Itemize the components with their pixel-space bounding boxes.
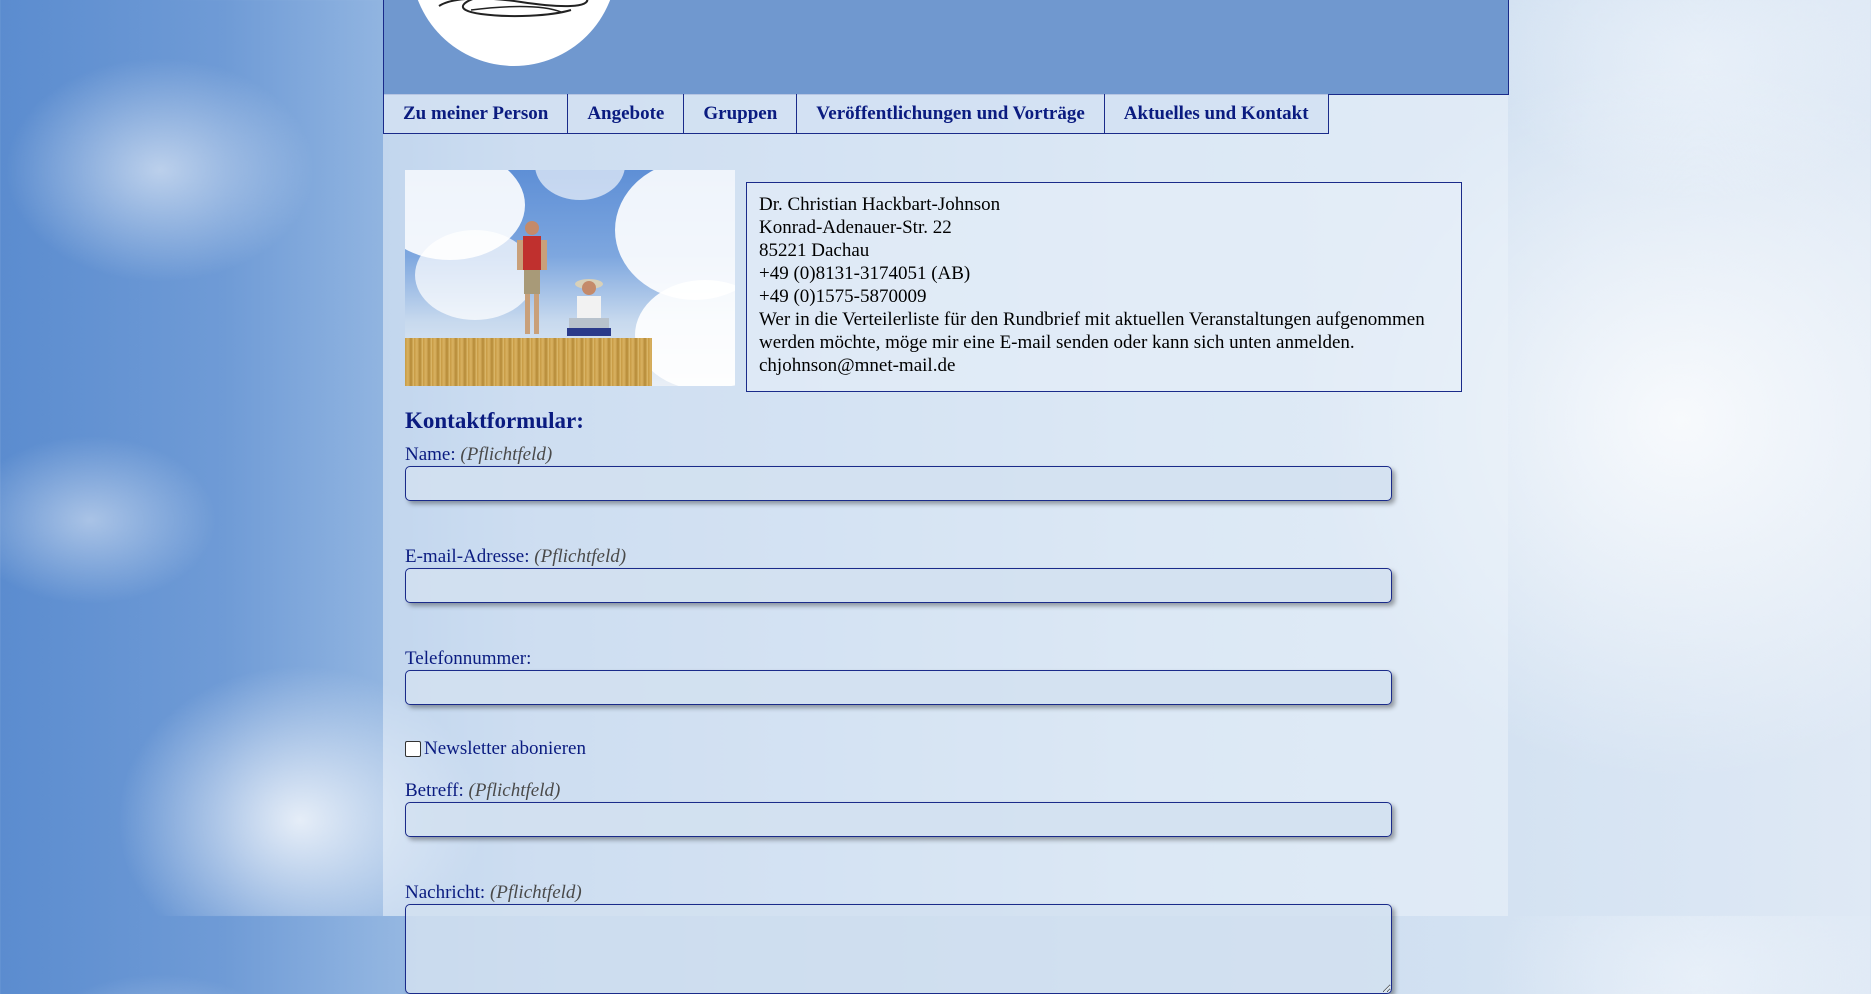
contact-city: 85221 Dachau xyxy=(759,240,870,261)
contact-street: Konrad-Adenauer-Str. 22 xyxy=(759,217,952,238)
contact-form: Kontaktformular: Name: (Pflichtfeld) E-m… xyxy=(405,402,1395,994)
contact-name: Dr. Christian Hackbart-Johnson xyxy=(759,194,1001,215)
site-logo[interactable] xyxy=(411,0,617,66)
contact-phone-landline: +49 (0)8131-3174051 (AB) xyxy=(759,263,971,284)
portrait-photo xyxy=(405,170,735,386)
page-container: Zu meiner Person Angebote Gruppen Veröff… xyxy=(383,0,1509,994)
form-title: Kontaktformular: xyxy=(405,408,584,433)
nav-item-angebote[interactable]: Angebote xyxy=(567,94,685,134)
nav-item-aktuelles-kontakt[interactable]: Aktuelles und Kontakt xyxy=(1103,94,1329,134)
newsletter-row: Newsletter abonieren xyxy=(405,738,1395,760)
email-label-text: E-mail-Adresse: xyxy=(405,546,530,567)
message-label-text: Nachricht: xyxy=(405,882,486,903)
nav-item-zu-meiner-person[interactable]: Zu meiner Person xyxy=(383,94,569,134)
subject-label: Betreff: (Pflichtfeld) xyxy=(405,780,1395,802)
name-label: Name: (Pflichtfeld) xyxy=(405,444,1395,466)
site-header xyxy=(383,0,1509,95)
message-label: Nachricht: (Pflichtfeld) xyxy=(405,882,1395,904)
required-hint: (Pflichtfeld) xyxy=(468,780,561,801)
contact-email-link[interactable]: chjohnson@mnet-mail.de xyxy=(759,354,1449,377)
email-label: E-mail-Adresse: (Pflichtfeld) xyxy=(405,546,1395,568)
phone-field[interactable] xyxy=(405,670,1392,705)
email-field[interactable] xyxy=(405,568,1392,603)
subject-label-text: Betreff: xyxy=(405,780,464,801)
required-hint: (Pflichtfeld) xyxy=(489,882,582,903)
name-label-text: Name: xyxy=(405,444,456,465)
newsletter-checkbox[interactable] xyxy=(405,741,421,757)
signature-logo-icon xyxy=(438,0,589,18)
required-hint: (Pflichtfeld) xyxy=(534,546,627,567)
phone-label: Telefonnummer: xyxy=(405,648,1395,670)
nav-item-gruppen[interactable]: Gruppen xyxy=(683,94,798,134)
nav-item-veroeffentlichungen[interactable]: Veröffentlichungen und Vorträge xyxy=(796,94,1105,134)
contact-info-box: Dr. Christian Hackbart-Johnson Konrad-Ad… xyxy=(746,182,1462,392)
newsletter-label[interactable]: Newsletter abonieren xyxy=(424,738,586,760)
phone-label-text: Telefonnummer: xyxy=(405,648,532,669)
name-field[interactable] xyxy=(405,466,1392,501)
newsletter-note: Wer in die Verteilerliste für den Rundbr… xyxy=(759,309,1425,353)
message-field[interactable] xyxy=(405,904,1392,994)
main-navigation: Zu meiner Person Angebote Gruppen Veröff… xyxy=(383,94,1329,135)
subject-field[interactable] xyxy=(405,802,1392,837)
required-hint: (Pflichtfeld) xyxy=(460,444,553,465)
contact-phone-mobile: +49 (0)1575-5870009 xyxy=(759,286,927,307)
